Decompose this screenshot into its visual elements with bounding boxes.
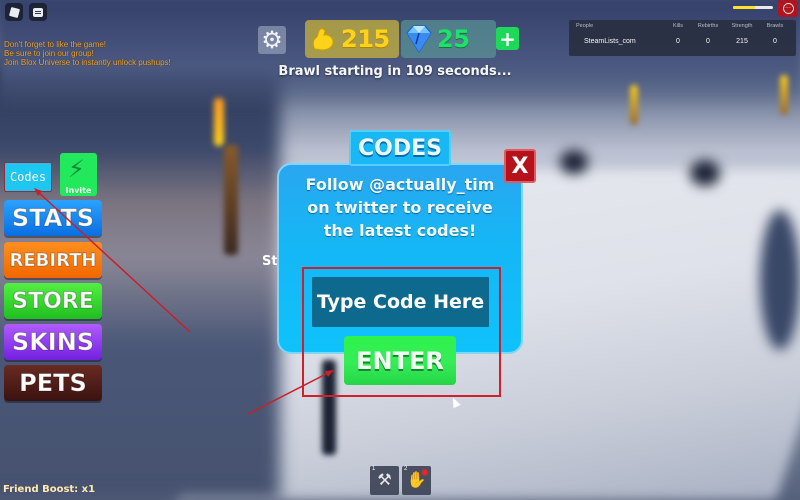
pets-button-label: PETS [19,369,88,398]
gear-icon: ⚙ [261,26,283,54]
skins-button[interactable]: SKINS [4,324,102,360]
close-modal-button[interactable]: X [504,149,536,183]
friend-boost-label: Friend Boost: x1 [3,484,96,495]
enter-code-button[interactable]: ENTER [344,336,456,385]
roblox-menu-button[interactable] [5,3,23,21]
flexed-bicep-icon [305,25,341,53]
player-rebirths: 0 [706,38,710,45]
invite-button[interactable]: ⚡ Invite [60,153,97,196]
codes-modal-title: CODES [349,130,451,166]
game-notices: Don't forget to like the game! Be sure t… [4,40,171,67]
pets-button[interactable]: PETS [4,365,102,401]
scene-wall [0,60,280,500]
gems-counter: 25 [401,20,496,58]
column-header-kills: Kills [672,23,684,29]
more-options-icon: ··· [782,3,794,14]
chat-button[interactable] [29,3,47,21]
codes-modal-message: Follow @actually_tim on twitter to recei… [305,175,495,240]
enter-code-button-label: ENTER [356,346,444,375]
store-button[interactable]: STORE [4,283,102,319]
player-name: SteamLists_com [584,38,636,45]
notice-line: Don't forget to like the game! [4,40,107,49]
gems-value: 25 [437,25,470,53]
player-brawls: 0 [773,38,777,45]
strength-counter: 215 [305,20,399,58]
more-options-button[interactable]: ··· [778,0,798,17]
scene-torch [630,85,638,125]
skins-button-label: SKINS [11,328,95,357]
column-header-rebirths: Rebirths [697,23,719,29]
code-input[interactable] [312,277,489,327]
column-header-strength: Strength [731,23,753,29]
dumbbell-icon: ⚒ [377,470,392,489]
store-button-label: STORE [12,288,95,314]
scene-pole [322,360,336,455]
codes-button[interactable]: Codes [4,162,52,192]
health-bar-fill [733,6,755,9]
scene-rock [560,150,588,174]
hotbar-slot-1[interactable]: 1 ⚒ [370,466,399,495]
scene-shadow [760,210,800,350]
plus-icon: + [499,26,516,51]
scene-rock [690,160,720,186]
rebirth-button-label: REBIRTH [9,249,97,271]
invite-button-label: Invite [65,186,92,195]
scene-torch-pole [224,145,238,255]
leaderboard-header: People Kills Rebirths Strength Brawls [569,23,796,29]
buy-gems-button[interactable]: + [496,27,519,50]
brawl-countdown: Brawl starting in 109 seconds... [278,64,512,79]
player-strength: 215 [736,38,748,45]
notice-line: Be sure to join our group! [4,49,94,58]
background-partial-text: St [262,254,278,269]
player-kills: 0 [676,38,680,45]
hotbar-slot-2[interactable]: 2 ✺ ✋ [402,466,431,495]
punch-hand-icon: ✋ [406,470,427,489]
stats-button[interactable]: STATS [4,200,102,236]
notice-line: Join Blox Universe to instantly unlock p… [4,58,171,67]
scene-torch [214,98,224,146]
roblox-logo-icon [8,6,20,18]
chat-icon [33,7,43,17]
scene-torch [780,75,788,115]
health-bar [733,6,773,9]
settings-button[interactable]: ⚙ [258,26,286,54]
close-icon: X [511,153,529,179]
strength-value: 215 [341,25,390,53]
codes-button-label: Codes [9,170,47,184]
column-header-brawls: Brawls [766,23,784,29]
rebirth-button[interactable]: REBIRTH [4,242,102,278]
stats-button-label: STATS [11,204,95,233]
column-header-people: People [576,23,594,29]
leaderboard: People Kills Rebirths Strength Brawls St… [569,20,796,56]
leaderboard-row[interactable]: SteamLists_com 0 0 215 0 [569,38,796,45]
lightning-bolt-icon: ⚡ [68,155,85,183]
diamond-icon [401,24,437,54]
